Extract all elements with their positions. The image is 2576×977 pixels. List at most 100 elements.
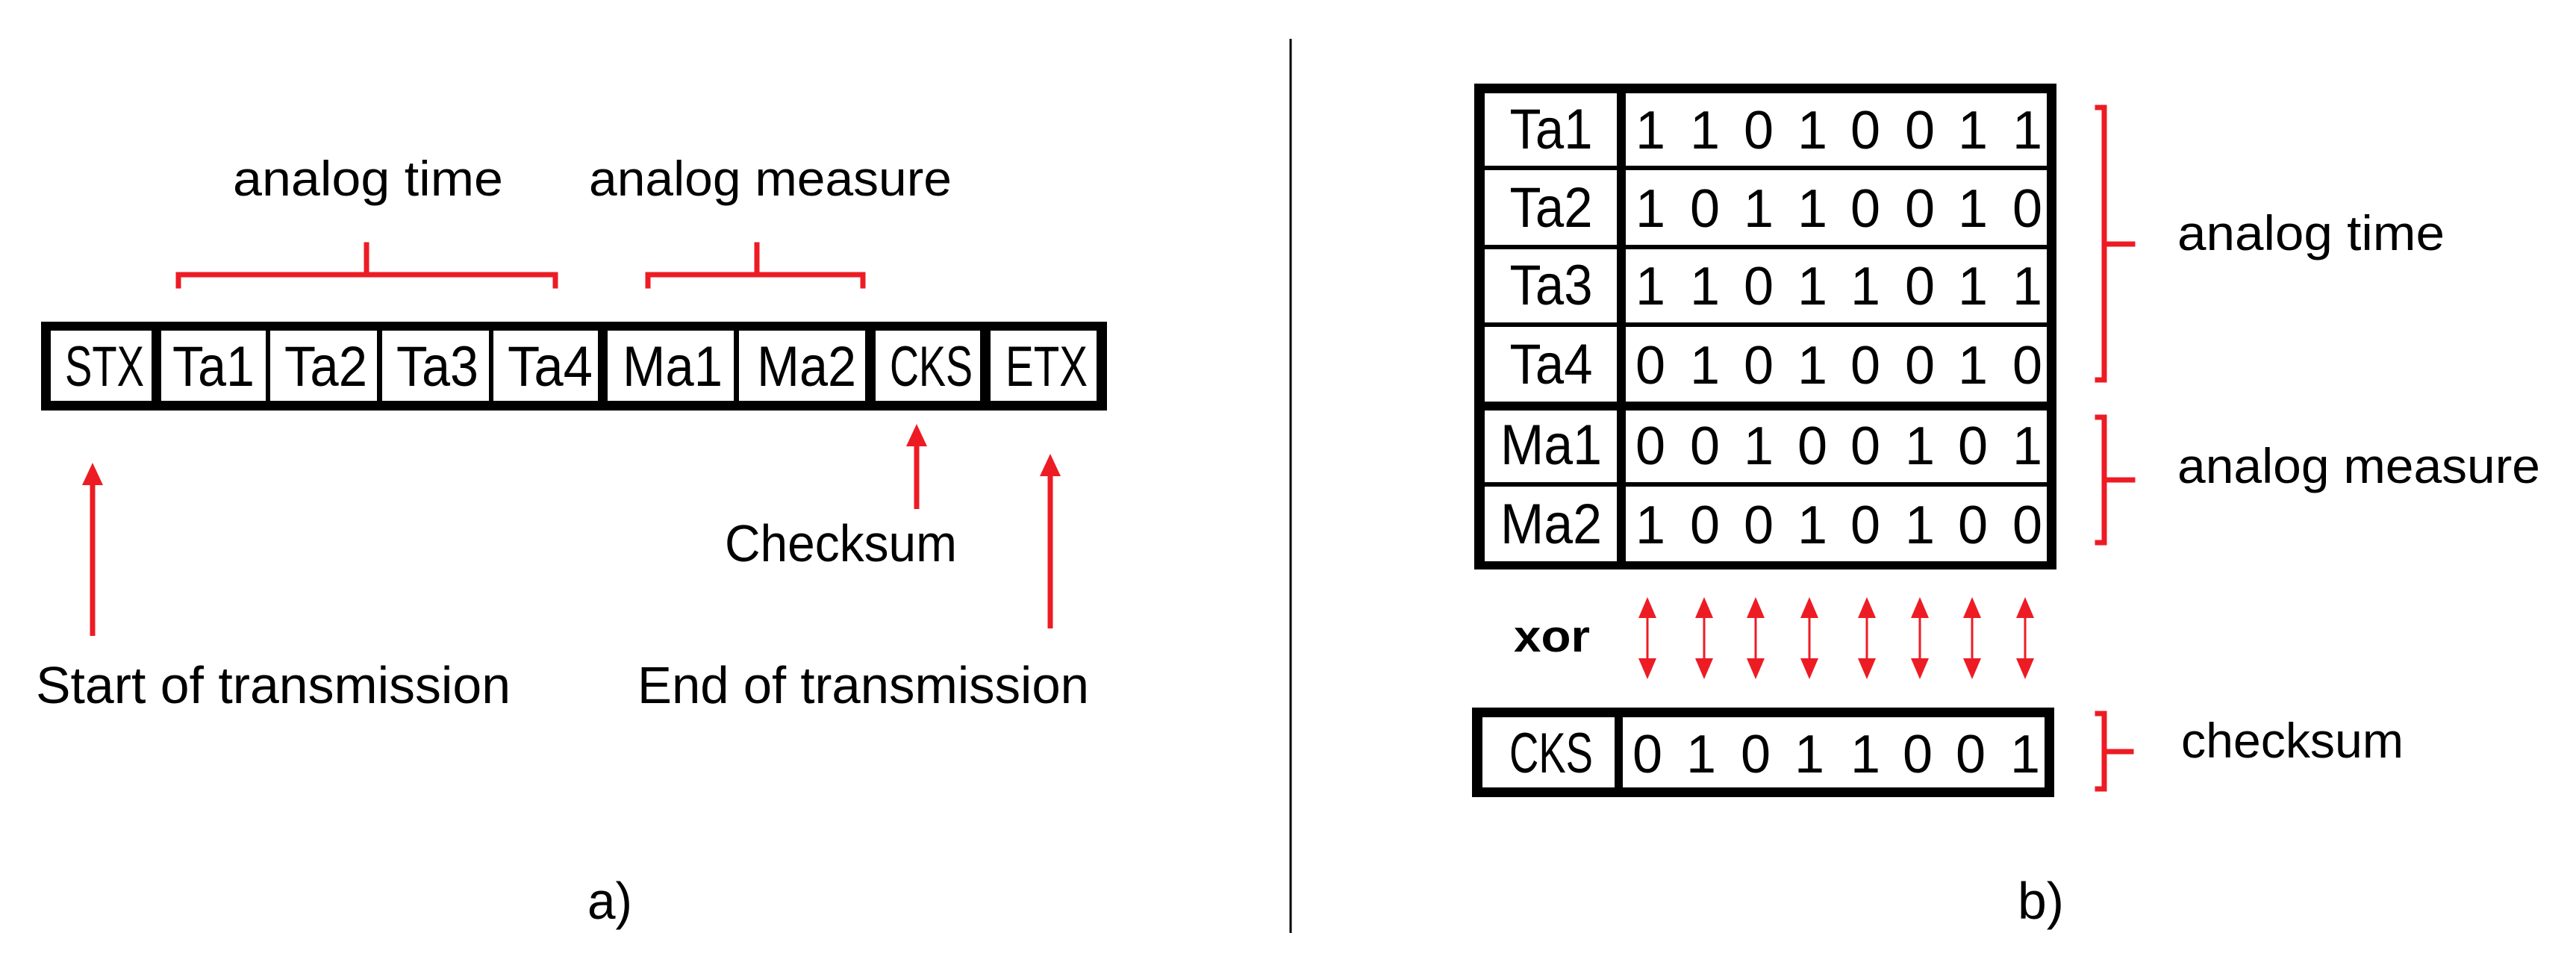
caption-b: b) — [2018, 872, 2064, 930]
table-bit: 1 — [1744, 179, 1774, 239]
table-bit: 1 — [1635, 179, 1665, 239]
arrow-end — [1040, 454, 1061, 628]
frame-field-label: Ta3 — [396, 335, 478, 399]
table-bit: 1 — [1635, 101, 1665, 160]
table-bit: 0 — [1744, 336, 1774, 396]
bracket-analog-time-b — [2095, 104, 2136, 383]
bracket-checksum-b — [2095, 711, 2134, 792]
checksum-bit: 1 — [1850, 725, 1880, 784]
table-bit: 0 — [1905, 101, 1935, 160]
table-bit: 1 — [1797, 336, 1827, 396]
frame-field-label: Ma1 — [623, 335, 723, 399]
checksum-bit: 0 — [1741, 725, 1771, 784]
checksum-bit: 1 — [1686, 725, 1716, 784]
table-bit: 0 — [1850, 336, 1880, 396]
table-bit: 1 — [1958, 257, 1988, 316]
table-row-label: Ma1 — [1500, 413, 1602, 477]
xor-double-arrow-icon — [1800, 597, 1818, 679]
table-bit: 0 — [1905, 179, 1935, 239]
frame-field-label: ETX — [1005, 335, 1088, 399]
table-bit: 1 — [1905, 496, 1935, 555]
table-row-label: Ma2 — [1500, 493, 1602, 556]
arrow-start — [82, 463, 103, 636]
checksum-bit: 1 — [1794, 725, 1824, 784]
table-bit: 1 — [1635, 257, 1665, 316]
figure: analog time analog measure STX Ta1 Ta2 T… — [0, 0, 2576, 973]
table-row-label: Ta1 — [1510, 98, 1593, 161]
table-bit: 1 — [2012, 257, 2042, 316]
xor-double-arrow-icon — [1747, 597, 1765, 679]
table-bit: 1 — [1797, 101, 1827, 160]
table-bit: 1 — [2012, 416, 2042, 476]
group-label-analog-time-b: analog time — [2177, 205, 2445, 260]
table-bit: 1 — [1635, 496, 1665, 555]
table-bit: 0 — [1690, 179, 1720, 239]
table-bit: 1 — [1958, 179, 1988, 239]
annotation-end-of-transmission: End of transmission — [637, 656, 1089, 714]
table-bit: 1 — [2012, 101, 2042, 160]
frame-field-label: Ma2 — [757, 335, 856, 399]
bit-table: Ta1 1 1 0 1 0 0 1 1Ta2 1 0 1 1 0 0 1 0Ta3 1 1 0 1 1 0 1 1Ta4 0 1 0 1… — [1474, 84, 2056, 569]
group-label-checksum-b: checksum — [2181, 713, 2404, 768]
xor-double-arrow-icon — [1695, 597, 1713, 679]
table-bit: 1 — [1958, 336, 1988, 396]
table-row-label: Ta3 — [1510, 254, 1593, 317]
bracket-analog-time — [175, 242, 558, 289]
group-label-analog-measure-b: analog measure — [2177, 438, 2540, 493]
frame-field-label: STX — [65, 335, 144, 399]
caption-a: a) — [587, 872, 632, 930]
checksum-bit: 1 — [2010, 725, 2040, 784]
table-bit: 0 — [1905, 257, 1935, 316]
group-label-analog-time: analog time — [233, 151, 503, 206]
table-bit: 0 — [2012, 179, 2042, 239]
panel-b: Ta1 1 1 0 1 0 0 1 1Ta2 1 0 1 1 0 0 1 0Ta3 1 1 0 1 1 0 1 1Ta4 0 1 0 1… — [1472, 84, 2540, 930]
annotation-start-of-transmission: Start of transmission — [36, 656, 511, 714]
xor-arrows — [1638, 597, 2034, 679]
table-bit: 1 — [1850, 257, 1880, 316]
table-bit: 0 — [1690, 416, 1720, 476]
figure-canvas: analog time analog measure STX Ta1 Ta2 T… — [36, 39, 2540, 933]
table-bit: 0 — [1850, 496, 1880, 555]
table-bit: 1 — [1797, 179, 1827, 239]
checksum-bit: 0 — [1632, 725, 1662, 784]
frame-field-label: Ta4 — [508, 335, 593, 399]
table-bit: 0 — [1744, 101, 1774, 160]
table-bit: 1 — [1905, 416, 1935, 476]
table-bit: 0 — [1744, 257, 1774, 316]
table-bit: 0 — [1958, 416, 1988, 476]
xor-double-arrow-icon — [1911, 597, 1929, 679]
bracket-analog-measure — [645, 242, 866, 289]
table-bit: 1 — [1958, 101, 1988, 160]
table-bit: 1 — [1797, 257, 1827, 316]
checksum-bit: 0 — [1956, 725, 1986, 784]
arrow-checksum — [906, 424, 927, 509]
table-bit: 1 — [1797, 496, 1827, 555]
table-bit: 0 — [1958, 496, 1988, 555]
checksum-table: CKS 01011001 — [1472, 708, 2054, 797]
table-bit: 0 — [1850, 179, 1880, 239]
frame-field-label: CKS — [890, 335, 973, 399]
xor-double-arrow-icon — [1963, 597, 1981, 679]
table-bit: 0 — [1797, 416, 1827, 476]
xor-double-arrow-icon — [2016, 597, 2034, 679]
panel-a: analog time analog measure STX Ta1 Ta2 T… — [36, 151, 1107, 930]
table-bit: 0 — [1635, 336, 1665, 396]
table-bit: 0 — [2012, 336, 2042, 396]
table-bit: 0 — [1850, 101, 1880, 160]
checksum-row-label: CKS — [1509, 722, 1593, 785]
frame-field-label: Ta2 — [284, 335, 367, 399]
xor-double-arrow-icon — [1858, 597, 1876, 679]
table-bit: 1 — [1744, 416, 1774, 476]
group-label-analog-measure: analog measure — [589, 151, 952, 206]
frame-field-label: Ta1 — [172, 335, 255, 399]
xor-double-arrow-icon — [1638, 597, 1656, 679]
transmission-frame: STX Ta1 Ta2 Ta3 Ta4 Ma1 Ma2 CKS ETX — [41, 322, 1107, 411]
table-row-label: Ta2 — [1510, 176, 1593, 240]
table-bit: 0 — [1635, 416, 1665, 476]
table-bit: 0 — [1690, 496, 1720, 555]
table-row-label: Ta4 — [1510, 333, 1593, 396]
table-bit: 0 — [1905, 336, 1935, 396]
table-bit: 0 — [1744, 496, 1774, 555]
checksum-bit: 0 — [1903, 725, 1933, 784]
table-bit: 1 — [1690, 101, 1720, 160]
